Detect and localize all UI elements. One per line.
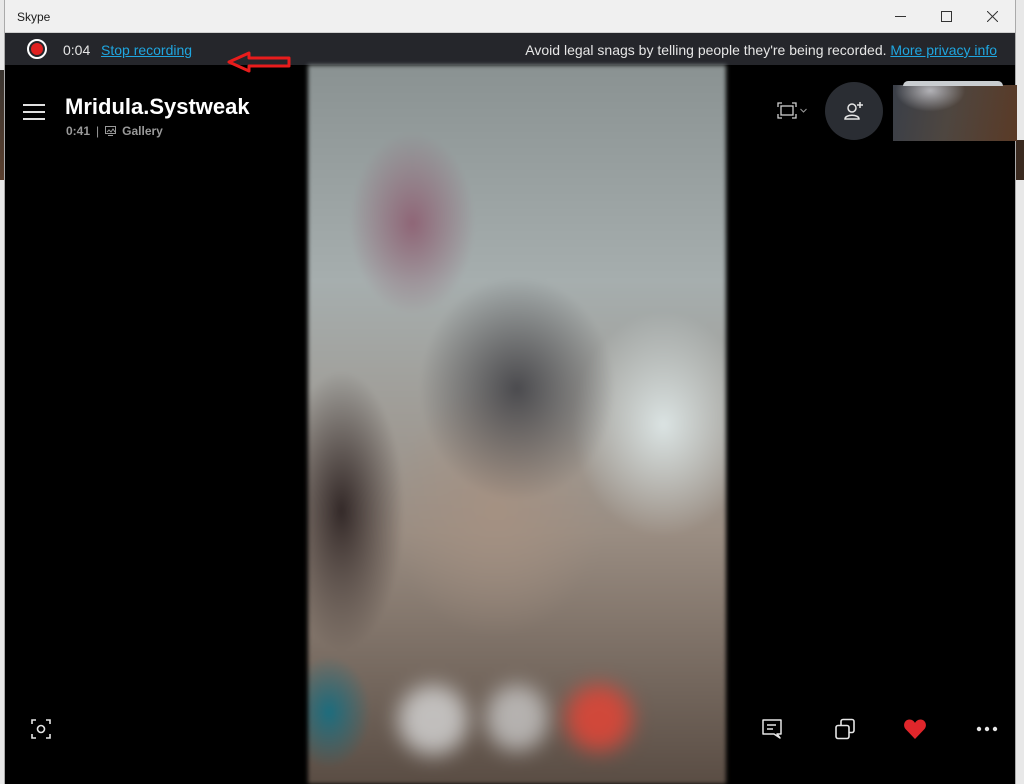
- blurred-mic-button: [398, 685, 468, 755]
- snapshot-button[interactable]: [26, 714, 56, 744]
- maximize-icon: [940, 11, 952, 22]
- add-person-icon: [844, 102, 863, 120]
- contact-name: Mridula.Systweak: [65, 94, 250, 119]
- view-mode-label[interactable]: Gallery: [122, 124, 163, 138]
- recording-notice-text: Avoid legal snags by telling people they…: [525, 42, 887, 58]
- fullscreen-frame-icon: [777, 102, 797, 119]
- more-options-icon: [976, 726, 998, 732]
- add-people-button[interactable]: [825, 82, 883, 140]
- share-screen-icon: [835, 718, 855, 740]
- chat-button[interactable]: [757, 714, 787, 744]
- snapshot-icon: [31, 719, 51, 739]
- close-button[interactable]: [969, 0, 1015, 33]
- more-privacy-info-link[interactable]: More privacy info: [890, 42, 997, 58]
- skype-window: Skype 0:04 Stop recording Avoid legal sn…: [4, 0, 1017, 784]
- menu-button[interactable]: [23, 104, 45, 122]
- window-title: Skype: [17, 10, 51, 24]
- chevron-down-icon: [800, 108, 807, 113]
- call-info: 0:41 | Gallery: [66, 124, 163, 138]
- gallery-icon: [105, 126, 117, 136]
- recording-notice: Avoid legal snags by telling people they…: [525, 42, 997, 58]
- title-bar: Skype: [5, 0, 1015, 33]
- close-icon: [986, 11, 998, 22]
- share-screen-button[interactable]: [830, 714, 860, 744]
- reaction-button[interactable]: [900, 714, 930, 744]
- recording-bar: 0:04 Stop recording Avoid legal snags by…: [5, 33, 1015, 73]
- remote-video-feed: [308, 65, 726, 784]
- annotation-arrow-icon: [227, 51, 291, 73]
- minimize-button[interactable]: [877, 0, 923, 33]
- blurred-camera-button: [486, 685, 548, 751]
- heart-reaction-icon: [904, 719, 926, 739]
- stop-recording-link[interactable]: Stop recording: [101, 42, 192, 58]
- recording-indicator-icon: [27, 39, 47, 59]
- call-duration: 0:41: [66, 124, 91, 138]
- chat-icon: [762, 719, 782, 739]
- separator: |: [96, 124, 100, 138]
- more-options-button[interactable]: [972, 714, 1002, 744]
- maximize-button[interactable]: [923, 0, 969, 33]
- minimize-icon: [894, 16, 906, 17]
- recording-elapsed: 0:04: [63, 42, 91, 58]
- layout-toggle-button[interactable]: [777, 102, 807, 119]
- self-view-thumbnail[interactable]: [893, 81, 1017, 141]
- blurred-end-call-button: [566, 685, 632, 751]
